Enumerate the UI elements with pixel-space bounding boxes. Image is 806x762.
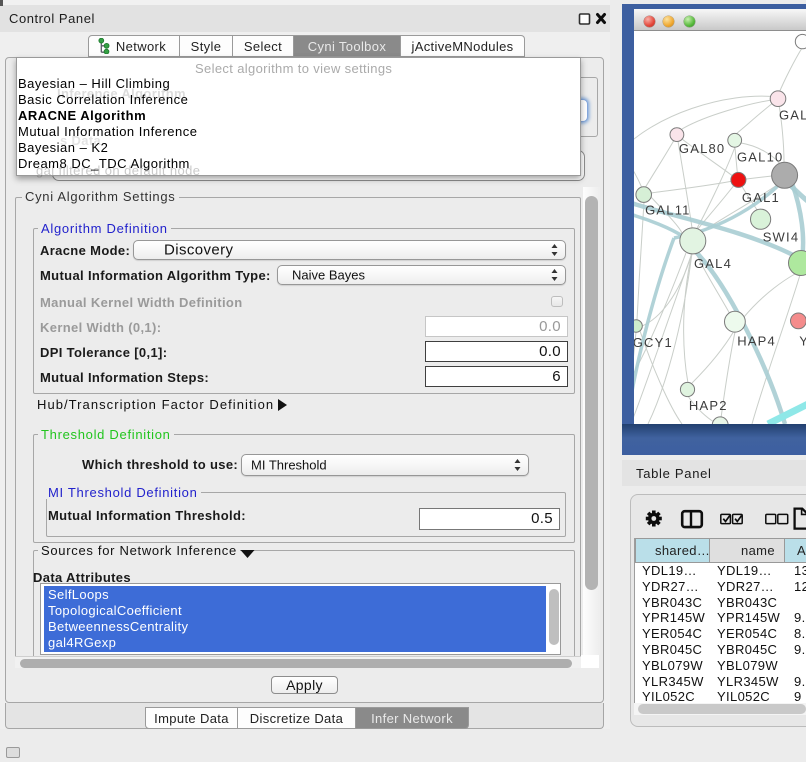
svg-text:HAP4: HAP4 bbox=[737, 334, 776, 349]
svg-text:HAP2: HAP2 bbox=[689, 398, 728, 413]
svg-text:GAL10: GAL10 bbox=[737, 149, 783, 164]
svg-text:GAL1: GAL1 bbox=[742, 190, 780, 205]
svg-text:SWI4: SWI4 bbox=[763, 230, 800, 245]
svg-text:GAL11: GAL11 bbox=[645, 202, 691, 217]
svg-text:GAL4: GAL4 bbox=[694, 256, 732, 271]
svg-text:GAL2: GAL2 bbox=[779, 108, 806, 123]
svg-text:GCY1: GCY1 bbox=[634, 335, 673, 350]
svg-text:YJ: YJ bbox=[799, 334, 806, 349]
svg-text:GAL80: GAL80 bbox=[679, 141, 725, 156]
